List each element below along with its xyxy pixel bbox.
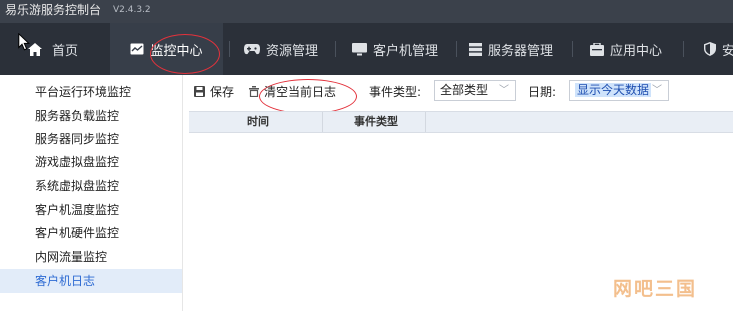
nav-server-management-label: 服务器管理 [488, 43, 554, 59]
sidebar-item-label: 客户机硬件监控 [35, 226, 120, 240]
mouse-cursor-icon [18, 33, 30, 51]
sidebar-item-client-temperature[interactable]: 客户机温度监控 [0, 198, 182, 222]
clear-log-label: 清空当前日志 [264, 84, 337, 99]
sidebar-item-server-sync[interactable]: 服务器同步监控 [0, 127, 182, 151]
home-icon [28, 42, 42, 56]
app-title: 易乐游服务控制台 [5, 3, 102, 17]
top-nav: 首页 监控中心 资源管理 客户机管理 服务器管理 应用中心 安 [0, 23, 733, 75]
shield-icon [704, 42, 716, 56]
sidebar-item-label: 系统虚拟盘监控 [35, 179, 120, 193]
date-label: 日期: [528, 84, 557, 99]
app-box-icon [590, 42, 604, 56]
clear-log-button[interactable]: 清空当前日志 [249, 75, 336, 107]
chevron-down-icon: ﹀ [499, 85, 509, 96]
sidebar-item-client-hardware[interactable]: 客户机硬件监控 [0, 221, 182, 245]
event-type-label: 事件类型: [369, 84, 422, 99]
event-type-value: 全部类型 [440, 83, 489, 97]
desktop-icon [352, 42, 367, 55]
app-version: V2.4.3.2 [113, 5, 151, 15]
chevron-down-icon: ﹀ [652, 85, 662, 96]
nav-divider [683, 41, 684, 57]
sidebar-item-label: 客户机温度监控 [35, 203, 120, 217]
save-label: 保存 [210, 84, 235, 99]
nav-divider [456, 41, 457, 57]
sidebar-item-label: 平台运行环境监控 [35, 85, 132, 99]
nav-client-management-label: 客户机管理 [373, 43, 439, 59]
sidebar-item-system-vdisk[interactable]: 系统虚拟盘监控 [0, 174, 182, 198]
sidebar-item-label: 服务器同步监控 [35, 132, 120, 146]
nav-resource-management-label: 资源管理 [266, 43, 319, 59]
sidebar-divider [182, 75, 183, 311]
sidebar-item-server-load[interactable]: 服务器负载监控 [0, 104, 182, 128]
server-icon [469, 42, 482, 56]
sidebar-item-label: 服务器负载监控 [35, 109, 120, 123]
nav-home-label: 首页 [52, 43, 79, 59]
nav-client-management[interactable]: 客户机管理 [352, 23, 438, 75]
nav-security-label: 安 [722, 43, 733, 59]
nav-divider [335, 41, 336, 57]
nav-monitor-center[interactable]: 监控中心 [110, 23, 223, 75]
save-icon [194, 85, 205, 97]
nav-divider [572, 41, 573, 57]
save-button[interactable]: 保存 [194, 75, 234, 107]
sidebar-item-platform-env[interactable]: 平台运行环境监控 [0, 80, 182, 104]
nav-app-center-label: 应用中心 [610, 43, 663, 59]
watermark: 网吧三国 [613, 278, 698, 300]
sidebar: 平台运行环境监控 服务器负载监控 服务器同步监控 游戏虚拟盘监控 系统虚拟盘监控… [0, 75, 182, 311]
sidebar-item-lan-traffic[interactable]: 内网流量监控 [0, 245, 182, 269]
column-divider [322, 112, 323, 132]
nav-app-center[interactable]: 应用中心 [590, 23, 662, 75]
column-header-event-type[interactable]: 事件类型 [354, 112, 398, 132]
date-value: 显示今天数据 [575, 83, 652, 97]
event-type-select[interactable]: 全部类型 ﹀ [434, 80, 516, 101]
nav-security[interactable]: 安 [704, 23, 733, 75]
sidebar-item-label: 客户机日志 [35, 274, 96, 288]
nav-divider [229, 41, 230, 57]
nav-server-management[interactable]: 服务器管理 [469, 23, 553, 75]
sidebar-item-label: 游戏虚拟盘监控 [35, 155, 120, 169]
date-select[interactable]: 显示今天数据 ﹀ [569, 80, 669, 101]
sidebar-item-label: 内网流量监控 [35, 250, 108, 264]
clear-icon [249, 85, 259, 97]
gamepad-icon [244, 43, 260, 54]
sidebar-item-game-vdisk[interactable]: 游戏虚拟盘监控 [0, 150, 182, 174]
column-divider [425, 112, 426, 132]
monitor-chart-icon [130, 43, 144, 55]
column-header-time[interactable]: 时间 [247, 112, 269, 132]
nav-home[interactable]: 首页 [22, 23, 110, 75]
log-table-header: 时间 事件类型 [189, 111, 733, 133]
nav-resource-management[interactable]: 资源管理 [244, 23, 318, 75]
sidebar-item-client-log[interactable]: 客户机日志 [0, 269, 182, 293]
title-bar: 易乐游服务控制台 V2.4.3.2 [0, 0, 733, 23]
nav-monitor-center-label: 监控中心 [150, 43, 203, 59]
